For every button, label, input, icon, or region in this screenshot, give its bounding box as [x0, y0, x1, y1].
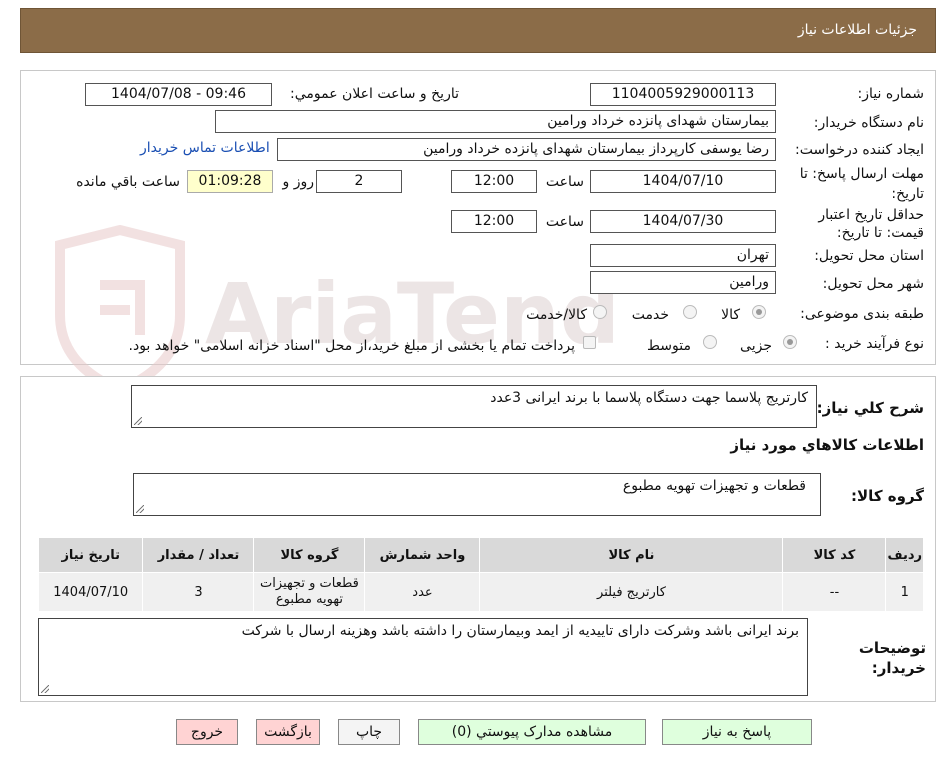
items-table-wrap: رديف کد کالا نام کالا واحد شمارش گروه کا… [37, 537, 924, 612]
page-title: جزئیات اطلاعات نیاز [797, 22, 917, 38]
deadline-time-label: ساعت [545, 174, 584, 190]
remaining-time-field: 01:09:28 [187, 170, 273, 193]
category-label: طبقه بندی موضوعی: [800, 306, 924, 322]
city-field: ورامین [590, 271, 776, 294]
cell-date: 1404/07/10 [37, 572, 144, 612]
col-header-qty: تعداد / مقدار [142, 537, 255, 573]
process-option-medium: متوسط [647, 338, 691, 354]
page-header: جزئیات اطلاعات نیاز [20, 8, 936, 53]
process-option-minor: جزیی [740, 338, 772, 354]
col-header-date: تاریخ نیاز [37, 537, 144, 573]
resize-grip-icon[interactable] [41, 685, 49, 693]
col-header-group: گروه کالا [253, 537, 366, 573]
goods-info-title: اطلاعات کالاهاي مورد نياز [730, 436, 924, 454]
days-field: 2 [316, 170, 402, 193]
city-label: شهر محل تحويل: [822, 276, 924, 292]
cell-group: قطعات و تجهیزات تهویه مطبوع [253, 572, 366, 612]
resize-grip-icon[interactable] [136, 505, 144, 513]
reply-button[interactable]: پاسخ به نياز [662, 719, 812, 745]
process-label: نوع فرآیند خرید : [825, 336, 924, 352]
col-header-name: نام کالا [479, 537, 784, 573]
treasury-payment-checkbox[interactable] [583, 336, 596, 349]
need-number-label: شماره نیاز: [857, 86, 925, 102]
table-row: 1 -- کارتریج فیلتر عدد قطعات و تجهیزات ت… [37, 572, 924, 612]
back-button[interactable]: بازگشت [256, 719, 320, 745]
cell-unit: عدد [364, 572, 481, 612]
remaining-time-label: ساعت باقي مانده [76, 174, 180, 190]
cell-qty: 3 [142, 572, 255, 612]
buyer-org-field: بیمارستان شهدای پانزده خرداد ورامین [215, 110, 776, 133]
col-header-row-no: رديف [885, 537, 924, 573]
buyer-contact-link[interactable]: اطلاعات تماس خریدار [140, 140, 270, 156]
validity-label: حداقل تاريخ اعتبار قيمت: تا تاريخ: [818, 207, 924, 241]
summary-text: کارتریج پلاسما جهت دستگاه پلاسما با برند… [490, 390, 808, 406]
creator-field: رضا یوسفی کارپرداز بیمارستان شهدای پانزد… [277, 138, 776, 161]
goods-group-textarea[interactable]: قطعات و تجهیزات تهویه مطبوع [133, 473, 821, 516]
days-label: روز و [282, 174, 315, 190]
validity-time-label: ساعت [545, 214, 584, 230]
buyer-notes-text: برند ایرانی باشد وشرکت دارای تاییدیه از … [241, 623, 799, 639]
cell-name: کارتریج فیلتر [479, 572, 784, 612]
goods-group-text: قطعات و تجهیزات تهویه مطبوع [622, 478, 806, 494]
goods-group-label: گروه کالا: [851, 487, 924, 505]
buyer-notes-textarea[interactable]: برند ایرانی باشد وشرکت دارای تاییدیه از … [38, 618, 808, 696]
category-radio-goods[interactable] [752, 305, 766, 319]
col-header-code: کد کالا [782, 537, 887, 573]
category-radio-service[interactable] [683, 305, 697, 319]
items-table: رديف کد کالا نام کالا واحد شمارش گروه کا… [37, 537, 924, 612]
category-option-goods: کالا [721, 307, 740, 323]
deadline-date-field: 1404/07/10 [590, 170, 776, 193]
creator-label: ايجاد کننده درخواست: [795, 142, 924, 158]
cell-code: -- [782, 572, 887, 612]
resize-grip-icon[interactable] [134, 417, 142, 425]
category-radio-both[interactable] [593, 305, 607, 319]
print-button[interactable]: چاپ [338, 719, 400, 745]
table-header-row: رديف کد کالا نام کالا واحد شمارش گروه کا… [37, 537, 924, 573]
validity-date-field: 1404/07/30 [590, 210, 776, 233]
category-option-service: خدمت [631, 307, 669, 323]
category-option-both: کالا/خدمت [526, 307, 587, 323]
buyer-org-label: نام دستگاه خريدار: [813, 115, 924, 131]
buyer-notes-label: توضيحات خريدار: [858, 639, 926, 677]
treasury-payment-note: پرداخت تمام یا بخشی از مبلغ خرید،از محل … [128, 338, 575, 354]
need-number-field: 1104005929000113 [590, 83, 776, 106]
process-radio-minor[interactable] [783, 335, 797, 349]
province-field: تهران [590, 244, 776, 267]
announce-field: 1404/07/08 - 09:46 [85, 83, 272, 106]
process-radio-medium[interactable] [703, 335, 717, 349]
exit-button[interactable]: خروج [176, 719, 238, 745]
cell-row-no: 1 [885, 572, 924, 612]
announce-label: تاریخ و ساعت اعلان عمومي: [290, 86, 459, 102]
deadline-time-field: 12:00 [451, 170, 537, 193]
summary-label: شرح کلي نياز: [816, 399, 924, 417]
col-header-unit: واحد شمارش [364, 537, 481, 573]
attachments-button[interactable]: مشاهده مدارک پيوستي (0) [418, 719, 646, 745]
validity-time-field: 12:00 [451, 210, 537, 233]
deadline-label: مهلت ارسال پاسخ: تا تاريخ: [799, 166, 924, 202]
province-label: استان محل تحويل: [814, 248, 924, 264]
summary-textarea[interactable]: کارتریج پلاسما جهت دستگاه پلاسما با برند… [131, 385, 817, 428]
